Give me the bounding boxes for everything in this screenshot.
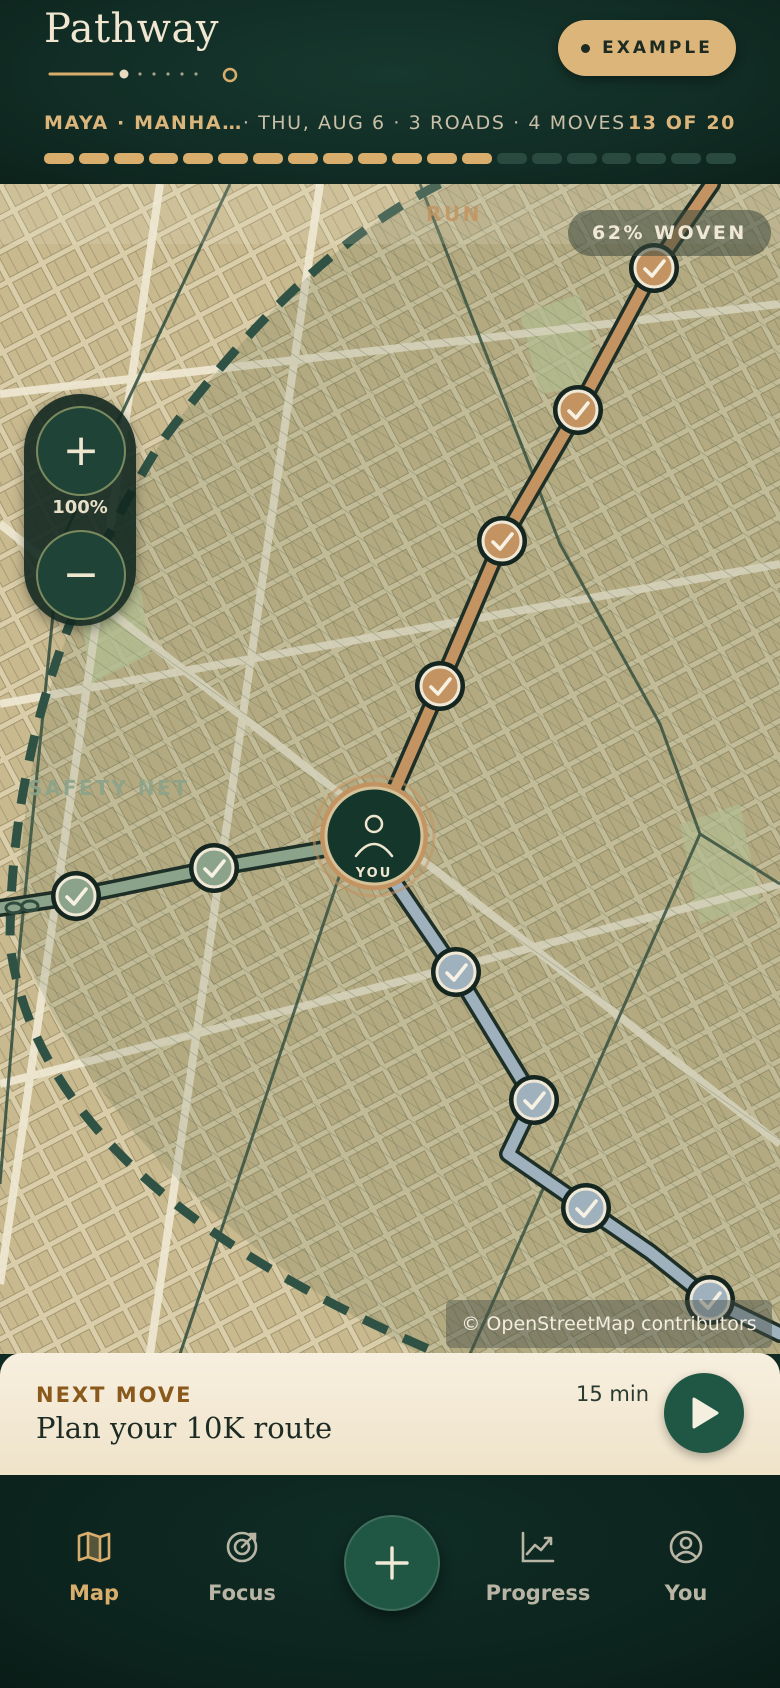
- progress-segment: [357, 153, 388, 164]
- target-icon: [226, 1531, 258, 1563]
- woven-badge: 62% WOVEN: [568, 210, 771, 256]
- checkpoint-safety-net[interactable]: [189, 843, 239, 893]
- progress-segment: [322, 153, 353, 164]
- next-move-card[interactable]: NEXT MOVE Plan your 10K route 15 min: [0, 1353, 780, 1475]
- progress-segment: [462, 153, 492, 164]
- next-move-duration: 15 min: [576, 1382, 649, 1406]
- progress-segment: [427, 153, 458, 164]
- nav-focus[interactable]: Focus: [182, 1527, 302, 1605]
- play-icon: [692, 1397, 719, 1429]
- progress-segment: [392, 153, 423, 164]
- top-header: Pathway EXAMPLE MAYA · MANHA… · THU, AUG…: [0, 0, 780, 184]
- progress-segment: [44, 153, 74, 164]
- progress-segment: [706, 153, 736, 164]
- nav-map-label: Map: [68, 1581, 120, 1605]
- checkpoint-third-road[interactable]: [561, 1183, 611, 1233]
- plus-icon: [375, 1546, 409, 1580]
- progress-segment: [496, 153, 527, 164]
- progress-segment: [183, 153, 214, 164]
- checkpoint-third-road[interactable]: [509, 1075, 559, 1125]
- user-icon: [669, 1530, 703, 1564]
- zoom-out-button[interactable]: −: [36, 530, 126, 620]
- nav-progress[interactable]: Progress: [478, 1527, 598, 1605]
- zone-label-run: RUN: [426, 202, 482, 226]
- bottom-nav: Map Focus Progress You: [0, 1475, 780, 1688]
- you-marker[interactable]: YOU: [312, 774, 436, 898]
- play-button[interactable]: [664, 1373, 744, 1453]
- progress-segment: [78, 153, 109, 164]
- map-view[interactable]: YOU + 100% − RUN SAFETY NET 62% WOVEN © …: [0, 184, 780, 1354]
- nav-focus-label: Focus: [208, 1581, 276, 1605]
- example-label: EXAMPLE: [602, 38, 713, 58]
- progress-segment: [253, 153, 283, 164]
- zoom-level: 100%: [52, 497, 108, 518]
- progress-segment: [287, 153, 318, 164]
- zone-label-safety-net: SAFETY NET: [28, 776, 190, 800]
- meta-who: MAYA · MANHA…: [44, 112, 243, 134]
- progress-segment: [531, 153, 562, 164]
- step-count: 13 OF 20: [627, 112, 736, 134]
- checkpoint-run[interactable]: [477, 516, 527, 566]
- progress-segment: [671, 153, 702, 164]
- app-title: Pathway: [44, 6, 219, 52]
- checkpoint-safety-net[interactable]: [51, 871, 101, 921]
- svg-text:YOU: YOU: [355, 866, 393, 881]
- plan-meta: MAYA · MANHA… · THU, AUG 6 · 3 ROADS · 4…: [44, 112, 736, 134]
- step-progress-bar: [44, 153, 736, 164]
- checkpoint-run[interactable]: [415, 661, 465, 711]
- example-button[interactable]: EXAMPLE: [558, 20, 736, 76]
- progress-segment: [113, 153, 144, 164]
- checkpoint-third-road[interactable]: [431, 947, 481, 997]
- map-attribution[interactable]: © OpenStreetMap contributors: [446, 1300, 772, 1348]
- zoom-controls: + 100% −: [24, 394, 136, 626]
- map-canvas[interactable]: YOU: [0, 184, 780, 1354]
- nav-you[interactable]: You: [626, 1527, 746, 1605]
- progress-segment: [566, 153, 597, 164]
- progress-segment: [148, 153, 179, 164]
- nav-you-label: You: [664, 1581, 708, 1605]
- chart-icon: [521, 1531, 555, 1563]
- next-move-title: Plan your 10K route: [36, 1411, 333, 1445]
- map-icon: [77, 1531, 111, 1563]
- nav-map[interactable]: Map: [34, 1527, 154, 1605]
- next-move-label: NEXT MOVE: [36, 1383, 193, 1407]
- route-decoration-icon: [48, 67, 238, 83]
- nav-progress-label: Progress: [485, 1581, 591, 1605]
- checkpoint-run[interactable]: [553, 385, 603, 435]
- progress-segment: [636, 153, 667, 164]
- progress-segment: [601, 153, 632, 164]
- progress-segment: [218, 153, 249, 164]
- dot-icon: [581, 43, 591, 53]
- add-button[interactable]: [344, 1515, 440, 1611]
- zoom-in-button[interactable]: +: [36, 406, 126, 496]
- meta-details: · THU, AUG 6 · 3 ROADS · 4 MOVES: [242, 112, 626, 134]
